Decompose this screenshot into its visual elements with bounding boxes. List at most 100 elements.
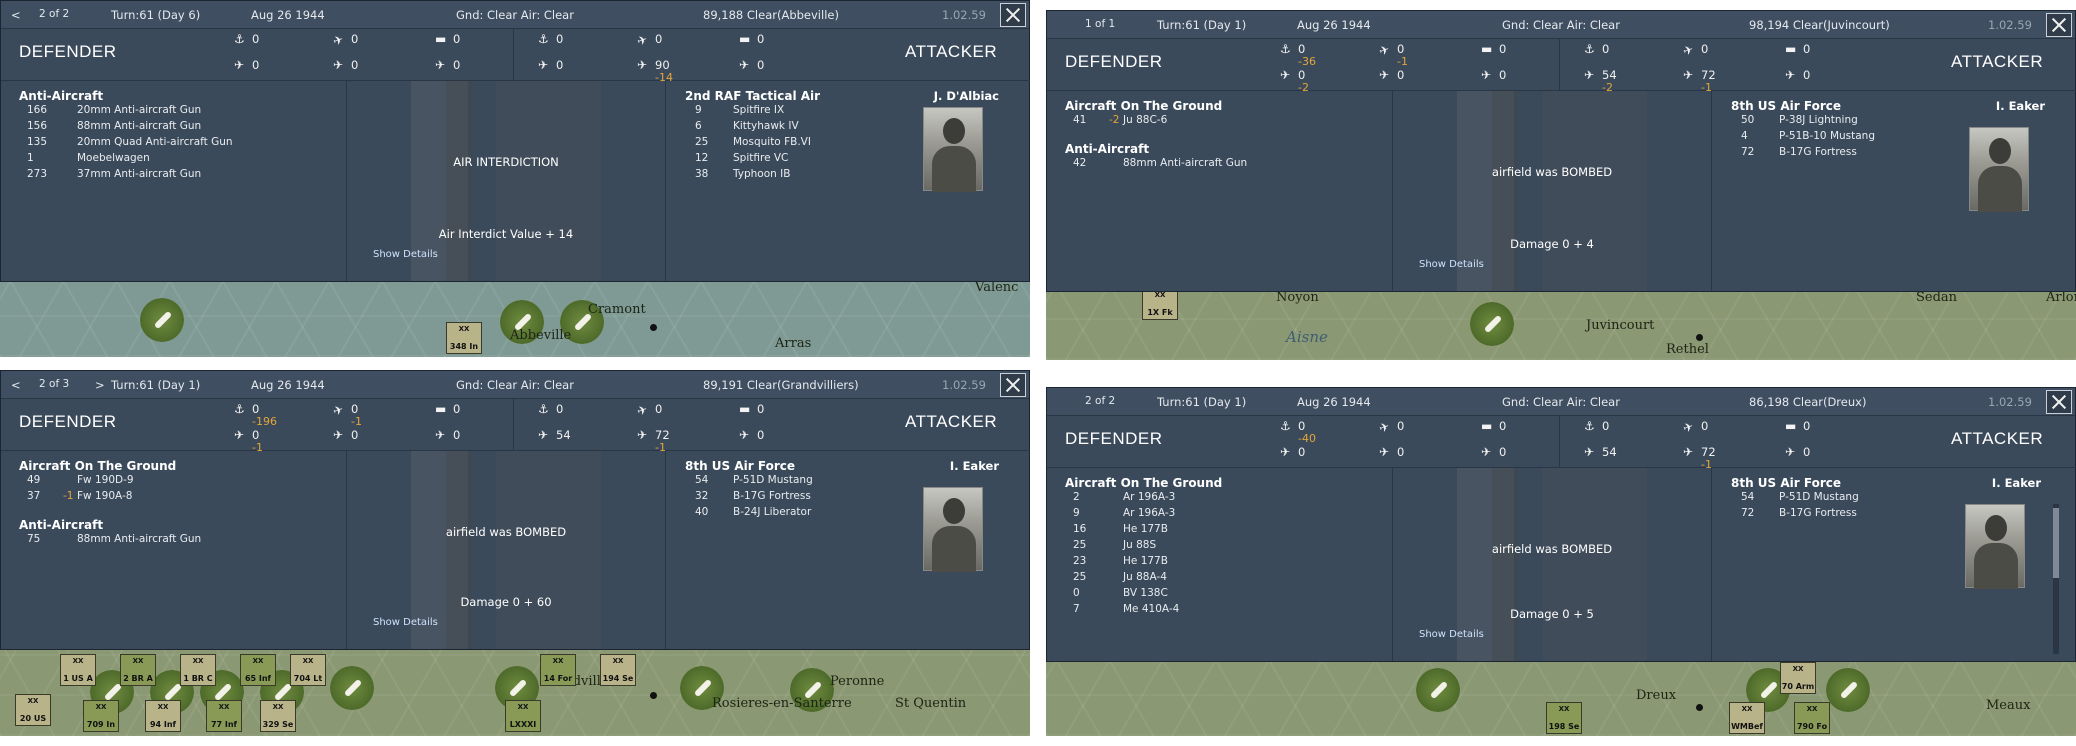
stat-value: 0 (1602, 419, 1610, 433)
next-report-button[interactable]: > (95, 378, 105, 392)
unit-label: 790 Fo (1796, 722, 1828, 731)
ground-unit-counter[interactable]: 1X Fk (1142, 288, 1178, 320)
ground-unit-counter[interactable]: 709 In (83, 700, 119, 732)
location-label: 98,194 Clear(Juvincourt) (1749, 18, 1890, 32)
prev-report-button[interactable]: < (11, 378, 21, 392)
city-marker (650, 324, 657, 331)
date-label: Aug 26 1944 (251, 378, 325, 392)
unit-loss: -1 (63, 490, 74, 502)
bomber-icon: ✈ (538, 58, 549, 72)
ground-unit-counter[interactable]: 1 US A (60, 654, 96, 686)
defender-stat: ⚓ 0 -40 (1280, 419, 1316, 445)
divider (665, 451, 666, 649)
unit-name: BV 138C (1123, 587, 1168, 599)
map-area[interactable]: Noyon Aisne Juvincourt Rethel Sedan Arlon 1X F… (1046, 288, 2076, 360)
flag-background (1457, 468, 1647, 661)
location-label: 89,191 Clear(Grandvilliers) (703, 378, 859, 392)
scrollbar[interactable] (2053, 504, 2059, 654)
ground-unit-counter[interactable]: 94 Inf (145, 700, 181, 732)
close-icon[interactable] (1000, 373, 1026, 397)
map-place-label: Rethel (1666, 342, 1709, 357)
air-unit-token[interactable] (1826, 668, 1870, 712)
stat-loss: -40 (1298, 432, 1316, 445)
show-details-link[interactable]: Show Details (1419, 629, 1484, 640)
unit-name: Ju 88S (1123, 539, 1157, 551)
weather-label: Gnd: Clear Air: Clear (456, 8, 574, 22)
ground-unit-counter[interactable]: 348 In (446, 322, 482, 354)
ground-unit-counter[interactable]: 70 Arm (1780, 662, 1816, 694)
show-details-link[interactable]: Show Details (1419, 259, 1484, 270)
list-item: 9 Ar 196A-3 (1073, 507, 1373, 523)
attacker-stat: ⚓ 0 (1584, 42, 1609, 56)
ground-unit-counter[interactable]: 704 Lt (290, 654, 326, 686)
stat-value: 90 (655, 58, 670, 72)
plane-icon: ✈ (333, 58, 344, 72)
fighter-icon: ✈ (1377, 42, 1392, 59)
unit-label: 709 In (86, 720, 116, 729)
stat-value: 0 (252, 428, 260, 442)
air-unit-token[interactable] (330, 666, 374, 710)
show-details-link[interactable]: Show Details (373, 249, 438, 260)
tank-icon: ▬ (739, 32, 751, 46)
stat-value: 0 (757, 58, 765, 72)
stat-value: 72 (1701, 68, 1716, 82)
air-unit-token[interactable] (140, 298, 184, 342)
close-icon[interactable] (2046, 390, 2072, 414)
stat-value: 0 (655, 402, 663, 416)
commander-name: I. Eaker (1995, 99, 2045, 113)
close-icon[interactable] (1000, 3, 1026, 27)
ground-unit-counter[interactable]: 194 Se (600, 654, 636, 686)
ground-unit-counter[interactable]: 2 BR A (120, 654, 156, 686)
show-details-link[interactable]: Show Details (373, 617, 438, 628)
unit-name: Me 410A-4 (1123, 603, 1180, 615)
aircraft-name: B-17G Fortress (1779, 507, 1857, 519)
unit-name: Ar 196A-3 (1123, 507, 1176, 519)
turn-label: Turn:61 (Day 1) (111, 378, 201, 392)
ground-unit-counter[interactable]: LXXXI (505, 700, 541, 732)
ground-unit-counter[interactable]: 77 Inf (206, 700, 242, 732)
map-area[interactable]: Valenc Cramont Abbeville Arras 348 In (0, 278, 1030, 357)
unit-name: Ju 88C-6 (1123, 114, 1168, 126)
ground-unit-counter[interactable]: 65 Inf (240, 654, 276, 686)
event-result: Damage 0 + 4 (1510, 237, 1594, 251)
ground-unit-counter[interactable]: 790 Fo (1794, 702, 1830, 734)
stat-loss: -1 (252, 441, 263, 454)
report-index: 2 of 2 (39, 8, 70, 20)
list-item: 135 20mm Quad Anti-aircraft Gun (27, 136, 327, 152)
close-icon[interactable] (2046, 13, 2072, 37)
scrollbar-thumb[interactable] (2053, 508, 2059, 578)
defender-stat: ✈ 0 (333, 428, 358, 442)
map-area[interactable]: Grandvilliers Rosieres-en-Santerre St Quen… (0, 646, 1030, 736)
tank-icon: ▬ (1481, 42, 1493, 56)
ground-unit-counter[interactable]: 14 For (540, 654, 576, 686)
fighter-icon: ✈ (635, 32, 650, 49)
unit-label: 1 US A (63, 674, 93, 683)
attacker-stat: ✈ 72 -1 (1683, 68, 1716, 94)
unit-name: 20mm Anti-aircraft Gun (77, 104, 202, 116)
air-unit-token[interactable] (1470, 302, 1514, 346)
unit-list: 49 Fw 190D-9 37 -1 Fw 190A-8 (27, 474, 327, 506)
defender-stat: ✈ 0 (333, 58, 358, 72)
prev-report-button[interactable]: < (11, 8, 21, 22)
attacker-stat: ✈ 0 (1681, 419, 1708, 436)
aircraft-name: Spitfire IX (733, 104, 785, 116)
date-label: Aug 26 1944 (251, 8, 325, 22)
ground-unit-counter[interactable]: 20 US (15, 694, 51, 726)
attacker-stat: ⚓ 0 (1584, 419, 1609, 433)
ground-unit-counter[interactable]: 198 Se (1546, 702, 1582, 734)
unit-label: 94 Inf (149, 720, 177, 729)
ground-unit-counter[interactable]: 1 BR C (180, 654, 216, 686)
result-pane: airfield was BOMBED Damage 0 + 60 Show Det… (347, 451, 665, 649)
attacker-stat: ✈ 0 (1785, 445, 1810, 459)
ground-unit-counter[interactable]: 329 Se (260, 700, 296, 732)
weather-label: Gnd: Clear Air: Clear (1502, 395, 1620, 409)
map-area[interactable]: Meaux 198 Se WMBef 790 Fo 70 Arm Dreux (1046, 658, 2076, 736)
list-item: 72 B-17G Fortress (1741, 146, 1991, 162)
unit-name: Fw 190D-9 (77, 474, 134, 486)
ground-unit-counter[interactable]: WMBef (1729, 702, 1765, 734)
air-unit-token[interactable] (1416, 668, 1460, 712)
infantry-icon: ⚓ (1584, 419, 1595, 433)
screenshot-collage: Valenc Cramont Abbeville Arras 348 In <2 of 2… (0, 0, 2076, 746)
result-pane: AIR INTERDICTION Air Interdict Value + 14… (347, 81, 665, 281)
list-item: 49 Fw 190D-9 (27, 474, 327, 490)
